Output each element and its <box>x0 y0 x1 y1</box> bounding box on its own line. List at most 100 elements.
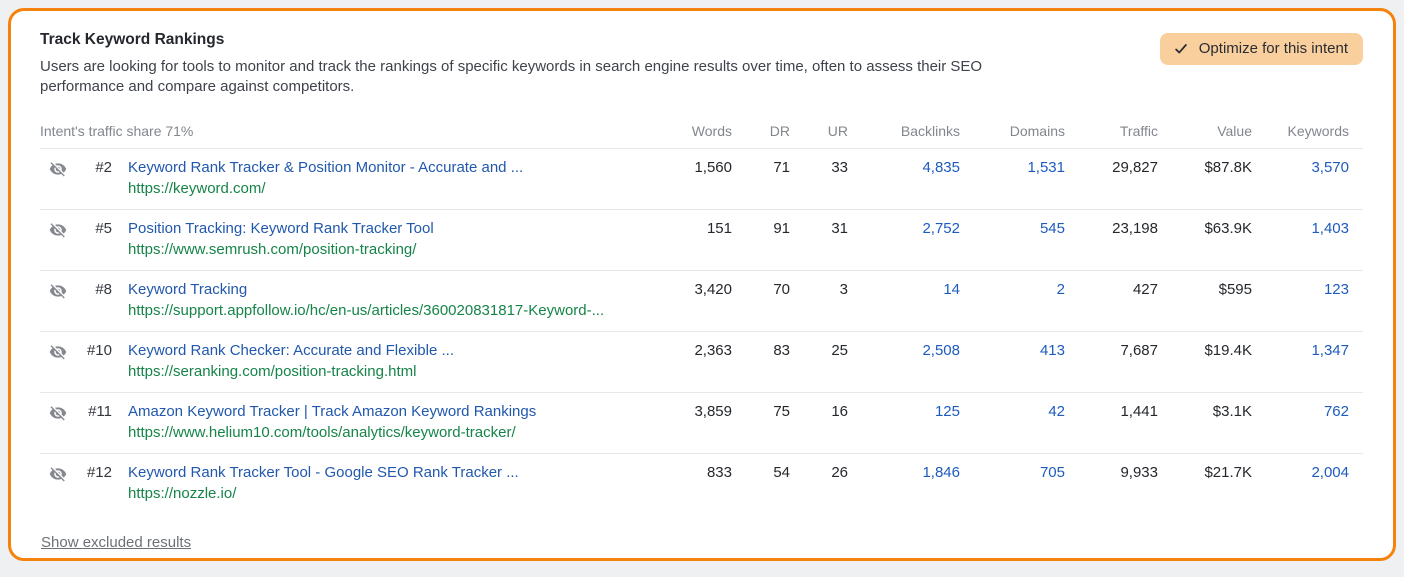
cell-ur: 25 <box>790 342 848 360</box>
result-main-cell: Keyword Rank Checker: Accurate and Flexi… <box>112 342 642 381</box>
cell-value: $21.7K <box>1158 464 1252 482</box>
cell-value: $19.4K <box>1158 342 1252 360</box>
cell-keywords-link[interactable]: 1,347 <box>1252 342 1349 360</box>
cell-ur: 26 <box>790 464 848 482</box>
eye-off-icon[interactable] <box>40 342 76 361</box>
cell-traffic: 7,687 <box>1065 342 1158 360</box>
cell-traffic: 1,441 <box>1065 403 1158 421</box>
card-header-text: Track Keyword Rankings Users are looking… <box>40 31 1160 96</box>
cell-value: $63.9K <box>1158 220 1252 238</box>
cell-value: $595 <box>1158 281 1252 299</box>
cell-ur: 16 <box>790 403 848 421</box>
result-rank: #2 <box>76 159 112 177</box>
result-main-cell: Keyword Rank Tracker & Position Monitor … <box>112 159 642 198</box>
cell-dr: 83 <box>732 342 790 360</box>
table-row: #2 Keyword Rank Tracker & Position Monit… <box>40 149 1363 210</box>
cell-domains-link[interactable]: 42 <box>960 403 1065 421</box>
cell-words: 151 <box>642 220 732 238</box>
result-rank: #10 <box>76 342 112 360</box>
eye-off-icon[interactable] <box>40 464 76 483</box>
card-header: Track Keyword Rankings Users are looking… <box>40 31 1363 96</box>
result-rank: #5 <box>76 220 112 238</box>
result-title-link[interactable]: Amazon Keyword Tracker | Track Amazon Ke… <box>128 403 642 421</box>
cell-traffic: 29,827 <box>1065 159 1158 177</box>
eye-off-icon[interactable] <box>40 281 76 300</box>
show-excluded-results-link[interactable]: Show excluded results <box>41 534 191 551</box>
result-rank: #8 <box>76 281 112 299</box>
cell-ur: 33 <box>790 159 848 177</box>
result-title-link[interactable]: Keyword Tracking <box>128 281 642 299</box>
cell-domains-link[interactable]: 413 <box>960 342 1065 360</box>
result-rank: #12 <box>76 464 112 482</box>
cell-backlinks-link[interactable]: 1,846 <box>848 464 960 482</box>
result-url-link[interactable]: https://www.semrush.com/position-trackin… <box>128 241 642 259</box>
result-url-link[interactable]: https://keyword.com/ <box>128 180 642 198</box>
eye-off-icon[interactable] <box>40 159 76 178</box>
cell-keywords-link[interactable]: 3,570 <box>1252 159 1349 177</box>
table-row: #12 Keyword Rank Tracker Tool - Google S… <box>40 454 1363 514</box>
cell-domains-link[interactable]: 1,531 <box>960 159 1065 177</box>
column-header-dr: DR <box>732 123 790 139</box>
cell-words: 3,420 <box>642 281 732 299</box>
eye-off-icon[interactable] <box>40 403 76 422</box>
cell-traffic: 427 <box>1065 281 1158 299</box>
cell-dr: 70 <box>732 281 790 299</box>
result-title-link[interactable]: Keyword Rank Tracker Tool - Google SEO R… <box>128 464 642 482</box>
cell-words: 833 <box>642 464 732 482</box>
table-row: #8 Keyword Tracking https://support.appf… <box>40 271 1363 332</box>
result-url-link[interactable]: https://nozzle.io/ <box>128 485 642 503</box>
intent-card: Track Keyword Rankings Users are looking… <box>8 8 1396 561</box>
cell-backlinks-link[interactable]: 14 <box>848 281 960 299</box>
optimize-intent-button[interactable]: Optimize for this intent <box>1160 33 1363 65</box>
result-title-link[interactable]: Position Tracking: Keyword Rank Tracker … <box>128 220 642 238</box>
table-header-row: Intent's traffic share 71% Words DR UR B… <box>40 123 1363 149</box>
cell-ur: 31 <box>790 220 848 238</box>
result-main-cell: Keyword Tracking https://support.appfoll… <box>112 281 642 320</box>
result-title-link[interactable]: Keyword Rank Checker: Accurate and Flexi… <box>128 342 642 360</box>
cell-domains-link[interactable]: 545 <box>960 220 1065 238</box>
cell-backlinks-link[interactable]: 2,752 <box>848 220 960 238</box>
cell-words: 1,560 <box>642 159 732 177</box>
cell-dr: 71 <box>732 159 790 177</box>
cell-words: 2,363 <box>642 342 732 360</box>
cell-dr: 91 <box>732 220 790 238</box>
page-title: Track Keyword Rankings <box>40 31 1160 49</box>
result-title-link[interactable]: Keyword Rank Tracker & Position Monitor … <box>128 159 642 177</box>
result-main-cell: Amazon Keyword Tracker | Track Amazon Ke… <box>112 403 642 442</box>
cell-words: 3,859 <box>642 403 732 421</box>
cell-value: $3.1K <box>1158 403 1252 421</box>
cell-traffic: 9,933 <box>1065 464 1158 482</box>
cell-backlinks-link[interactable]: 4,835 <box>848 159 960 177</box>
traffic-share-label: Intent's traffic share 71% <box>40 123 642 139</box>
cell-domains-link[interactable]: 705 <box>960 464 1065 482</box>
column-header-backlinks: Backlinks <box>848 123 960 139</box>
column-header-value: Value <box>1158 123 1252 139</box>
cell-keywords-link[interactable]: 2,004 <box>1252 464 1349 482</box>
results-table: Intent's traffic share 71% Words DR UR B… <box>40 123 1363 514</box>
result-main-cell: Keyword Rank Tracker Tool - Google SEO R… <box>112 464 642 503</box>
result-main-cell: Position Tracking: Keyword Rank Tracker … <box>112 220 642 259</box>
cell-backlinks-link[interactable]: 125 <box>848 403 960 421</box>
cell-dr: 54 <box>732 464 790 482</box>
column-header-domains: Domains <box>960 123 1065 139</box>
cell-value: $87.8K <box>1158 159 1252 177</box>
cell-keywords-link[interactable]: 1,403 <box>1252 220 1349 238</box>
cell-domains-link[interactable]: 2 <box>960 281 1065 299</box>
cell-backlinks-link[interactable]: 2,508 <box>848 342 960 360</box>
table-row: #10 Keyword Rank Checker: Accurate and F… <box>40 332 1363 393</box>
check-icon <box>1173 41 1189 57</box>
cell-ur: 3 <box>790 281 848 299</box>
result-url-link[interactable]: https://www.helium10.com/tools/analytics… <box>128 424 642 442</box>
cell-dr: 75 <box>732 403 790 421</box>
cell-keywords-link[interactable]: 123 <box>1252 281 1349 299</box>
result-url-link[interactable]: https://support.appfollow.io/hc/en-us/ar… <box>128 302 642 320</box>
eye-off-icon[interactable] <box>40 220 76 239</box>
column-header-keywords: Keywords <box>1252 123 1349 139</box>
result-rank: #11 <box>76 403 112 421</box>
column-header-traffic: Traffic <box>1065 123 1158 139</box>
cell-keywords-link[interactable]: 762 <box>1252 403 1349 421</box>
column-header-ur: UR <box>790 123 848 139</box>
table-body: #2 Keyword Rank Tracker & Position Monit… <box>40 149 1363 514</box>
table-row: #5 Position Tracking: Keyword Rank Track… <box>40 210 1363 271</box>
result-url-link[interactable]: https://seranking.com/position-tracking.… <box>128 363 642 381</box>
